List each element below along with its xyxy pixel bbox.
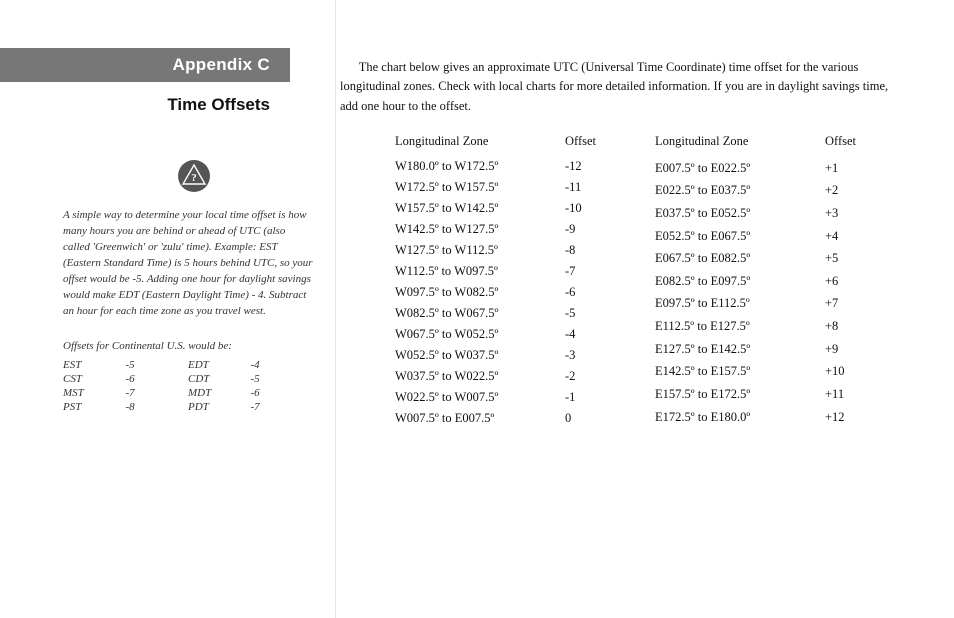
zone-header: Longitudinal Zone	[395, 134, 565, 153]
zone-cell: W037.5º to W022.5º	[395, 369, 565, 384]
offset-cell: -7	[565, 264, 605, 279]
zone-cell: W067.5º to W052.5º	[395, 327, 565, 342]
offset-cell: +1	[825, 161, 865, 178]
offset-cell: +4	[825, 229, 865, 246]
zone-cell: E067.5º to E082.5º	[655, 251, 825, 268]
offset-cell: -10	[565, 201, 605, 216]
zone-cell: W052.5º to W037.5º	[395, 348, 565, 363]
offset-header: Offset	[565, 134, 605, 153]
offset-cell: +12	[825, 410, 865, 427]
zone-cell: E082.5º to E097.5º	[655, 274, 825, 291]
column-divider	[335, 0, 336, 618]
us-offsets-table: EST-5EDT-4CST-6CDT-5MST-7MDT-6PST-8PDT-7	[63, 358, 313, 414]
table-row: EST-5EDT-4	[63, 358, 313, 372]
side-note-paragraph: A simple way to determine your local tim…	[63, 208, 313, 320]
zone-cell: E022.5º to E037.5º	[655, 183, 825, 200]
main-content: The chart below gives an approximate UTC…	[340, 0, 930, 426]
zones-right-column: Longitudinal Zone Offset E007.5º to E022…	[655, 134, 865, 426]
table-cell: MST	[63, 386, 126, 400]
table-cell: CST	[63, 372, 126, 386]
table-cell: EDT	[188, 358, 251, 372]
table-row: MST-7MDT-6	[63, 386, 313, 400]
table-cell: EST	[63, 358, 126, 372]
table-cell: CDT	[188, 372, 251, 386]
table-row: PST-8PDT-7	[63, 400, 313, 414]
zone-cell: E052.5º to E067.5º	[655, 229, 825, 246]
zone-cell: E007.5º to E022.5º	[655, 161, 825, 178]
table-cell: -4	[251, 358, 314, 372]
table-cell: -6	[126, 372, 189, 386]
zone-cell: W127.5º to W112.5º	[395, 243, 565, 258]
offset-cell: +9	[825, 342, 865, 359]
offset-cell: -3	[565, 348, 605, 363]
offset-cell: -9	[565, 222, 605, 237]
offset-cell: +6	[825, 274, 865, 291]
table-row: CST-6CDT-5	[63, 372, 313, 386]
offset-cell: 0	[565, 411, 605, 426]
document-page: Appendix C Time Offsets ? A simple way t…	[0, 0, 954, 618]
zones-wrapper: Longitudinal Zone Offset W180.0º to W172…	[340, 134, 900, 426]
appendix-band: Appendix C	[0, 48, 290, 82]
zone-cell: W142.5º to W127.5º	[395, 222, 565, 237]
intro-paragraph: The chart below gives an approximate UTC…	[340, 58, 900, 116]
zone-cell: W097.5º to W082.5º	[395, 285, 565, 300]
svg-text:?: ?	[191, 172, 197, 184]
zone-cell: E037.5º to E052.5º	[655, 206, 825, 223]
offset-cell: +2	[825, 183, 865, 200]
zones-left-column: Longitudinal Zone Offset W180.0º to W172…	[395, 134, 605, 426]
section-title: Time Offsets	[0, 95, 290, 115]
question-triangle-icon: ?	[178, 160, 210, 192]
table-cell: -6	[251, 386, 314, 400]
offset-cell: -12	[565, 159, 605, 174]
offset-cell: +8	[825, 319, 865, 336]
offset-cell: +5	[825, 251, 865, 268]
offset-header: Offset	[825, 134, 865, 155]
zone-cell: E097.5º to E112.5º	[655, 296, 825, 313]
zone-cell: W112.5º to W097.5º	[395, 264, 565, 279]
table-cell: MDT	[188, 386, 251, 400]
offset-cell: +10	[825, 364, 865, 381]
offset-cell: -4	[565, 327, 605, 342]
table-cell: PST	[63, 400, 126, 414]
offset-cell: -8	[565, 243, 605, 258]
zone-cell: E127.5º to E142.5º	[655, 342, 825, 359]
offset-cell: +3	[825, 206, 865, 223]
zone-cell: W022.5º to W007.5º	[395, 390, 565, 405]
offset-cell: +7	[825, 296, 865, 313]
offset-cell: -6	[565, 285, 605, 300]
table-cell: -5	[126, 358, 189, 372]
appendix-label: Appendix C	[173, 55, 270, 75]
zone-cell: E112.5º to E127.5º	[655, 319, 825, 336]
zone-cell: W007.5º to E007.5º	[395, 411, 565, 426]
zone-header: Longitudinal Zone	[655, 134, 825, 155]
zone-cell: W082.5º to W067.5º	[395, 306, 565, 321]
offset-cell: -1	[565, 390, 605, 405]
table-cell: -5	[251, 372, 314, 386]
zone-cell: W172.5º to W157.5º	[395, 180, 565, 195]
offset-cell: +11	[825, 387, 865, 404]
zone-cell: E157.5º to E172.5º	[655, 387, 825, 404]
zone-cell: W180.0º to W172.5º	[395, 159, 565, 174]
zone-cell: E142.5º to E157.5º	[655, 364, 825, 381]
offset-cell: -2	[565, 369, 605, 384]
table-cell: -7	[251, 400, 314, 414]
zone-cell: W157.5º to W142.5º	[395, 201, 565, 216]
zone-cell: E172.5º to E180.0º	[655, 410, 825, 427]
offset-cell: -5	[565, 306, 605, 321]
table-cell: -8	[126, 400, 189, 414]
us-offsets-caption: Offsets for Continental U.S. would be:	[63, 340, 313, 352]
offset-cell: -11	[565, 180, 605, 195]
table-cell: -7	[126, 386, 189, 400]
table-cell: PDT	[188, 400, 251, 414]
